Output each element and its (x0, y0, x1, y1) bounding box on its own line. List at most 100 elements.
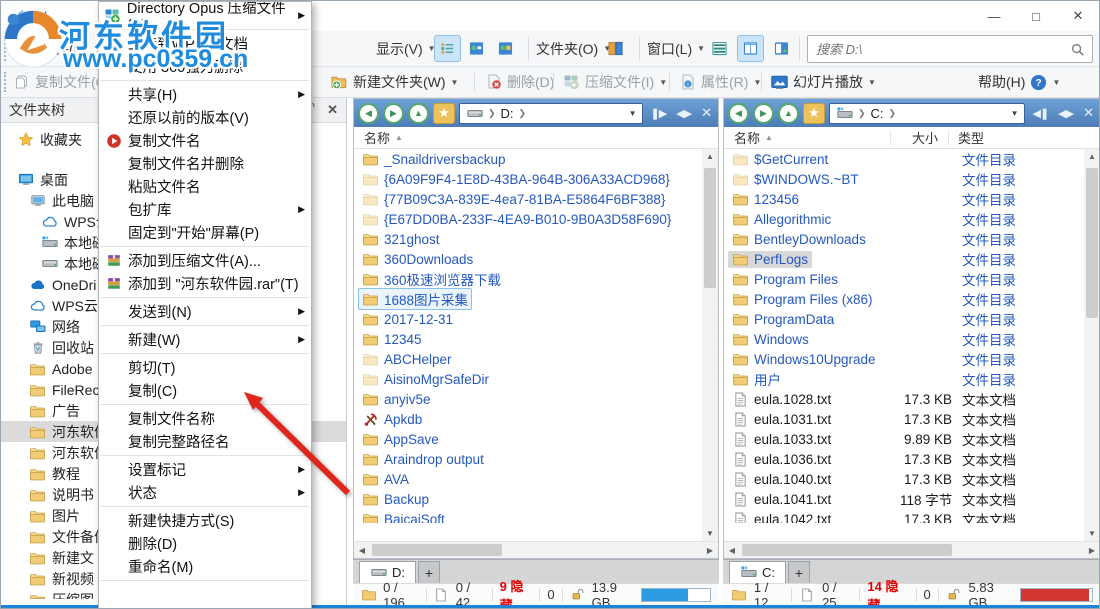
layout-horizontal-button[interactable] (706, 35, 733, 62)
properties-button[interactable]: i属性(R)▼ (679, 67, 761, 97)
scroll-left-icon[interactable]: ◀ (354, 543, 370, 558)
file-row[interactable]: eula.1041.txt118 字节文本文档 (724, 489, 1084, 509)
context-menu-item[interactable]: 添加到 "河东软件园.rar"(T) (99, 272, 311, 295)
open-padlock-icon[interactable] (569, 588, 584, 601)
file-row[interactable]: eula.1040.txt17.3 KB文本文档 (724, 469, 1084, 489)
vertical-scrollbar[interactable]: ▲ ▼ (702, 149, 718, 541)
close-button[interactable]: ✕ (1057, 1, 1099, 31)
scroll-up-icon[interactable]: ▲ (702, 149, 718, 164)
context-menu-item[interactable]: Directory Opus 压缩文件(A)▶ (99, 4, 311, 27)
file-row[interactable]: eula.1031.txt17.3 KB文本文档 (724, 409, 1084, 429)
horizontal-scrollbar[interactable]: ◀ ▶ (354, 541, 718, 558)
scroll-down-icon[interactable]: ▼ (1084, 526, 1100, 541)
context-menu-item[interactable]: 设置标记▶ (99, 458, 311, 481)
file-row[interactable]: BaicaiSoft (354, 509, 702, 523)
file-row[interactable]: eula.1036.txt17.3 KB文本文档 (724, 449, 1084, 469)
context-menu-item[interactable]: 发送到(N)▶ (99, 300, 311, 323)
breadcrumb-drive[interactable]: C: (871, 106, 884, 121)
copy-files-button[interactable]: 复制文件(C (13, 67, 106, 97)
new-tab-button[interactable]: + (418, 561, 440, 583)
chevron-down-icon[interactable]: ▼ (629, 109, 637, 118)
context-menu-item[interactable]: 还原以前的版本(V) (99, 106, 311, 129)
horizontal-scrollbar[interactable]: ◀ ▶ (724, 541, 1100, 558)
context-menu-item[interactable]: 复制文件名 (99, 129, 311, 152)
close-pane-icon[interactable]: ✕ (698, 105, 714, 121)
slideshow-button[interactable]: 幻灯片播放▼ (771, 67, 876, 97)
dual-display-button[interactable] (602, 35, 629, 62)
minimize-button[interactable]: — (973, 1, 1015, 31)
file-row[interactable]: Program Files (x86)文件目录 (724, 289, 1084, 309)
file-row[interactable]: anyiv5e (354, 389, 702, 409)
file-row[interactable]: $GetCurrent文件目录 (724, 149, 1084, 169)
up-button[interactable]: ▲ (778, 103, 799, 124)
scroll-down-icon[interactable]: ▼ (702, 526, 718, 541)
file-row[interactable]: 2017-12-31 (354, 309, 702, 329)
context-menu-item[interactable]: 重命名(M) (99, 555, 311, 578)
breadcrumb-drive[interactable]: D: (501, 106, 514, 121)
file-row[interactable]: Windows文件目录 (724, 329, 1084, 349)
file-row[interactable]: eula.1028.txt17.3 KB文本文档 (724, 389, 1084, 409)
file-row[interactable]: Araindrop output (354, 449, 702, 469)
context-menu-item[interactable]: 复制文件名并删除 (99, 152, 311, 175)
context-menu-item[interactable]: 上传到WPS云文档 (99, 32, 311, 55)
maximize-button[interactable]: □ (1015, 1, 1057, 31)
file-row[interactable]: PerfLogs文件目录 (724, 249, 1084, 269)
file-row[interactable]: Windows10Upgrade文件目录 (724, 349, 1084, 369)
context-menu-item[interactable]: 共享(H)▶ (99, 83, 311, 106)
view-thumbs-button[interactable] (492, 35, 519, 62)
file-row[interactable]: AppSave (354, 429, 702, 449)
chevron-down-icon[interactable]: ▼ (1011, 109, 1019, 118)
close-pane-icon[interactable]: ✕ (1080, 105, 1096, 121)
file-row[interactable]: _Snaildriversbackup (354, 149, 702, 169)
forward-button[interactable]: ▶ (383, 103, 404, 124)
file-row[interactable]: eula.1033.txt9.89 KB文本文档 (724, 429, 1084, 449)
display-menu-button[interactable]: 显示(V)▼ (376, 31, 436, 66)
toolbar-drag-handle[interactable] (4, 36, 6, 61)
file-row[interactable]: AVA (354, 469, 702, 489)
column-name[interactable]: 名称▲ (724, 128, 892, 147)
scroll-right-icon[interactable]: ▶ (702, 543, 718, 558)
search-input[interactable] (814, 41, 1069, 58)
folders-menu-button[interactable]: 文件夹(O)▼ (536, 31, 611, 66)
search-icon[interactable] (1069, 42, 1086, 57)
breadcrumb[interactable]: ❯ D: ❯ ▼ (459, 103, 643, 124)
layout-viewer-button[interactable] (768, 35, 795, 62)
file-row[interactable]: {E67DD0BA-233F-4EA9-B010-9B0A3D58F690} (354, 209, 702, 229)
file-row[interactable]: eula.1042.txt17.3 KB文本文档 (724, 509, 1084, 523)
window-menu-button[interactable]: 窗口(L)▼ (647, 31, 705, 66)
archive-button[interactable]: 压缩文件(I)▼ (563, 67, 667, 97)
scroll-up-icon[interactable]: ▲ (1084, 149, 1100, 164)
file-row[interactable]: {77B09C3A-839E-4ea7-81BA-E5864F6BF388} (354, 189, 702, 209)
open-padlock-icon[interactable] (946, 588, 962, 601)
context-menu-item[interactable]: 包扩库▶ (99, 198, 311, 221)
context-menu-item[interactable]: 剪切(T) (99, 356, 311, 379)
menu-file[interactable]: 文件(F) (41, 31, 87, 66)
view-details-button[interactable] (434, 35, 461, 62)
file-row[interactable]: ProgramData文件目录 (724, 309, 1084, 329)
layout-vertical-button[interactable] (737, 35, 764, 62)
context-menu-item[interactable]: 使用 360强力删除 (99, 55, 311, 78)
context-menu-item[interactable]: 复制完整路径名 (99, 430, 311, 453)
context-menu-item[interactable]: 复制(C) (99, 379, 311, 402)
up-button[interactable]: ▲ (408, 103, 429, 124)
context-menu-item[interactable]: 新建(W)▶ (99, 328, 311, 351)
swap-panes-icon[interactable]: ◀❚ (1029, 107, 1051, 120)
file-row[interactable]: 用户文件目录 (724, 369, 1084, 389)
scroll-left-icon[interactable]: ◀ (724, 543, 740, 558)
sync-panes-icon[interactable]: ◀▶ (673, 107, 694, 120)
file-row[interactable]: 360极速浏览器下载 (354, 269, 702, 289)
column-type[interactable]: 类型 (948, 128, 994, 147)
context-menu-item[interactable]: 固定到"开始"屏幕(P) (99, 221, 311, 244)
column-name[interactable]: 名称▲ (354, 128, 413, 147)
back-button[interactable]: ◀ (358, 103, 379, 124)
file-row[interactable]: Apkdb (354, 409, 702, 429)
sync-panes-icon[interactable]: ◀▶ (1055, 107, 1076, 120)
toolbar-drag-handle[interactable] (4, 72, 6, 92)
file-row[interactable]: Backup (354, 489, 702, 509)
back-button[interactable]: ◀ (728, 103, 749, 124)
new-folder-button[interactable]: 新建文件夹(W)▼ (331, 67, 458, 97)
file-row[interactable]: {6A09F9F4-1E8D-43BA-964B-306A33ACD968} (354, 169, 702, 189)
file-row[interactable]: $WINDOWS.~BT文件目录 (724, 169, 1084, 189)
context-menu-item[interactable]: 粘贴文件名 (99, 175, 311, 198)
view-tiles-button[interactable] (463, 35, 490, 62)
